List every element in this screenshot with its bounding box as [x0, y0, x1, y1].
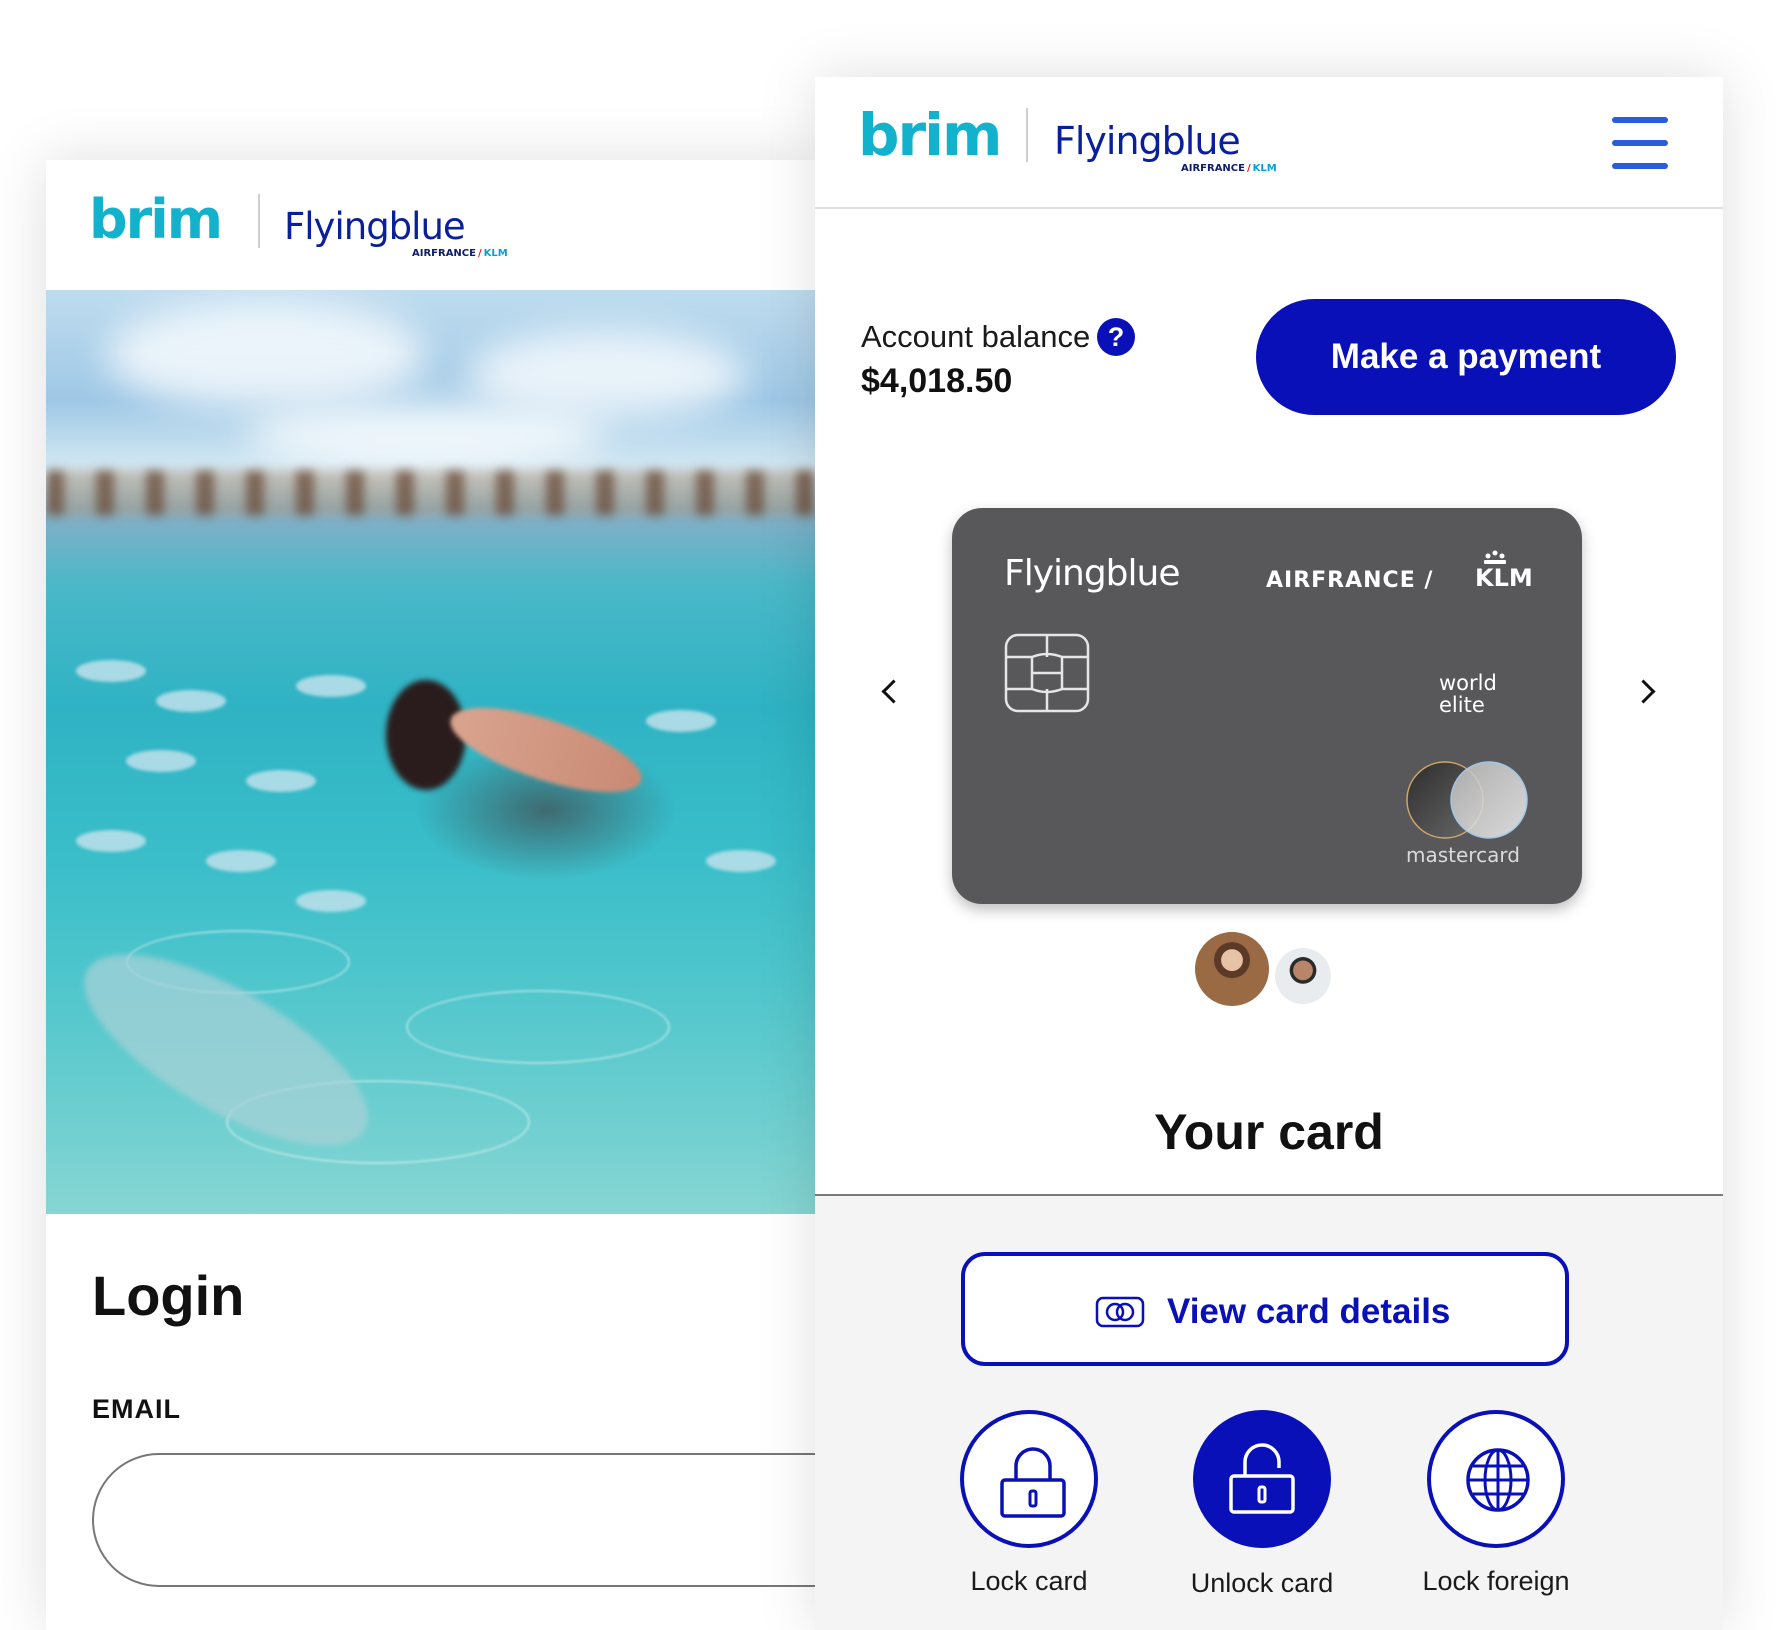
- airfrance-klm-logo: AIRFRANCE / KLM: [412, 248, 508, 259]
- mastercard-logo-icon: [1406, 761, 1528, 839]
- avatar-cardholder-1[interactable]: [1195, 932, 1269, 1006]
- lock-card-button[interactable]: [960, 1410, 1098, 1548]
- dashboard-screen: brim Flyingblue AIRFRANCE / KLM Account ba…: [815, 77, 1723, 1630]
- login-screen: brim Flyingblue AIRFRANCE / KLM Login EMAI…: [46, 160, 816, 1630]
- unlock-icon: [1229, 1443, 1295, 1514]
- help-icon[interactable]: ?: [1097, 318, 1135, 356]
- account-balance-value: $4,018.50: [861, 362, 1013, 400]
- account-balance-label: Account balance: [861, 319, 1091, 354]
- brim-logo: brim: [89, 188, 223, 251]
- hero-image-underwater-swimmer: [46, 290, 816, 1214]
- chevron-left-icon[interactable]: [875, 677, 905, 707]
- flyingblue-logo: Flyingblue: [284, 205, 466, 248]
- globe-icon: [1466, 1448, 1530, 1512]
- login-header: brim Flyingblue AIRFRANCE / KLM: [46, 160, 816, 290]
- mastercard-wordmark: mastercard: [1406, 843, 1520, 867]
- card-tier: world elite: [1439, 671, 1497, 717]
- lock-card-label: Lock card: [970, 1566, 1088, 1596]
- card-brand-name: Flyingblue: [1004, 553, 1181, 594]
- lock-icon: [1000, 1447, 1066, 1518]
- logo-divider: [1026, 108, 1028, 162]
- chevron-right-icon[interactable]: [1633, 677, 1663, 707]
- card-klm-name: KLM: [1475, 564, 1533, 592]
- card-chip-icon: [1004, 633, 1090, 713]
- card-airline-name: AIRFRANCE /: [1266, 568, 1434, 593]
- login-title: Login: [92, 1264, 245, 1327]
- lock-foreign-button[interactable]: [1427, 1410, 1565, 1548]
- avatar-cardholder-2[interactable]: [1275, 948, 1331, 1004]
- dashboard-header: brim Flyingblue AIRFRANCE / KLM: [815, 77, 1723, 209]
- lock-foreign-label: Lock foreign: [1422, 1566, 1570, 1596]
- unlock-card-label: Unlock card: [1190, 1568, 1334, 1598]
- brim-logo: brim: [858, 101, 1002, 169]
- email-field[interactable]: [92, 1453, 816, 1587]
- section-title-your-card: Your card: [1154, 1104, 1384, 1160]
- make-payment-button[interactable]: Make a payment: [1256, 299, 1676, 415]
- view-card-details-label: View card details: [1167, 1292, 1451, 1331]
- flyingblue-logo: Flyingblue: [1054, 119, 1241, 163]
- unlock-card-button[interactable]: [1193, 1410, 1331, 1548]
- hamburger-menu-icon[interactable]: [1612, 117, 1670, 169]
- email-label: EMAIL: [92, 1394, 181, 1424]
- card-outline-icon: [1095, 1296, 1145, 1328]
- logo-divider: [258, 194, 260, 248]
- card-actions-panel: View card details Lock card Unlock card …: [815, 1194, 1723, 1630]
- airfrance-klm-logo: AIRFRANCE / KLM: [1181, 163, 1277, 174]
- view-card-details-button[interactable]: View card details: [961, 1252, 1569, 1366]
- credit-card[interactable]: Flyingblue AIRFRANCE / KLM world elite m…: [952, 508, 1582, 904]
